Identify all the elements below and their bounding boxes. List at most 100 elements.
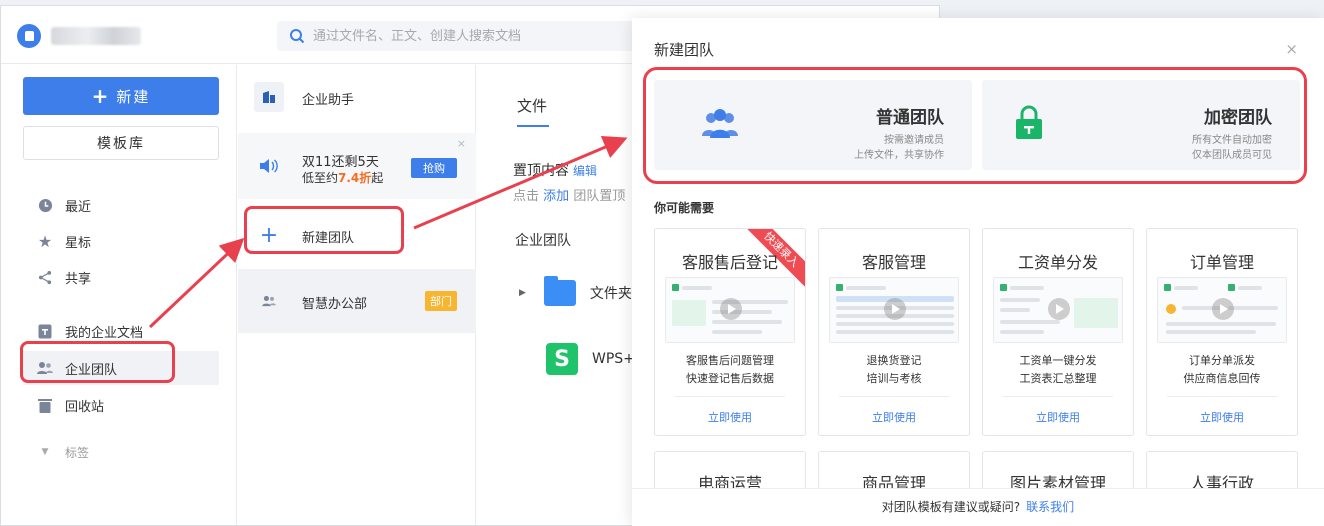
- search-input[interactable]: [313, 27, 613, 45]
- secure-team-title: 加密团队: [1204, 108, 1272, 128]
- search-icon: [290, 29, 305, 44]
- caret-down-icon: ▼: [41, 447, 49, 457]
- expand-arrow-icon[interactable]: ▶: [519, 288, 526, 298]
- secure-team-desc-2: 仅本团队成员可见: [1192, 150, 1272, 161]
- sidebar-item-label: 最近: [65, 199, 92, 215]
- template-desc-2: 快速登记售后数据: [686, 372, 774, 385]
- pinned-edit-link[interactable]: 编辑: [573, 164, 597, 178]
- lock-icon: [1016, 105, 1042, 139]
- sidebar-item-my-enterprise-docs[interactable]: 我的企业文档: [23, 314, 219, 348]
- folder-name: 文件夹(: [589, 286, 638, 302]
- promo-line-2: 低至约7.4折起: [302, 171, 384, 185]
- sidebar-item-starred[interactable]: ★ 星标: [23, 224, 219, 258]
- enterprise-assistant-item[interactable]: 企业助手: [238, 65, 476, 129]
- play-icon: [720, 298, 742, 320]
- clock-icon: [37, 197, 53, 213]
- dept-badge: 部门: [425, 291, 457, 311]
- promo-line-1: 双11还剩5天: [302, 155, 379, 170]
- promo-discount: 7.4折: [338, 171, 372, 185]
- add-pinned-link[interactable]: 添加: [543, 189, 569, 204]
- template-desc-2: 工资表汇总整理: [1019, 372, 1097, 385]
- template-name: 客服管理: [861, 253, 926, 272]
- wps-name: WPS+: [592, 351, 635, 367]
- sidebar-tags-toggle[interactable]: ▼ 标签: [23, 435, 219, 469]
- new-team-item[interactable]: + 新建团队: [238, 205, 476, 265]
- pinned-hint: 点击 添加 团队置顶: [513, 189, 626, 204]
- use-now-link[interactable]: 立即使用: [655, 409, 805, 425]
- template-name: 订单管理: [1189, 253, 1254, 272]
- template-desc-1: 客服售后问题管理: [686, 354, 774, 367]
- plus-icon: +: [91, 84, 111, 108]
- app-logo-icon[interactable]: [17, 24, 41, 48]
- blurred-username: [51, 27, 141, 45]
- template-name: 客服售后登记: [681, 253, 778, 272]
- sidebar-item-recent[interactable]: 最近: [23, 188, 219, 222]
- play-icon: [1048, 298, 1070, 320]
- sidebar-item-shared[interactable]: 共享: [23, 260, 219, 294]
- assistant-icon: [254, 82, 284, 112]
- template-card[interactable]: 订单管理 订单分单派发 供应商信息回传 立即使用: [1146, 228, 1298, 436]
- sidebar-item-recycle-bin[interactable]: 回收站: [23, 388, 219, 422]
- template-desc-1: 订单分单派发: [1189, 354, 1255, 367]
- new-team-label: 新建团队: [302, 231, 355, 246]
- template-library-button[interactable]: 模板库: [23, 126, 219, 160]
- sidebar: + 新建 模板库 最近 ★ 星标 共享 我的企业文档 企业团队 回收站 ▼ 标签: [1, 65, 237, 525]
- new-button[interactable]: + 新建: [23, 77, 219, 115]
- close-icon[interactable]: ×: [1285, 40, 1298, 58]
- team-members-icon: [702, 109, 738, 138]
- dept-team-item[interactable]: 智慧办公部 部门: [238, 269, 476, 333]
- you-may-need-label: 你可能需要: [654, 201, 715, 215]
- tags-label: 标签: [65, 445, 90, 460]
- trash-icon: [37, 397, 53, 413]
- normal-team-title: 普通团队: [876, 108, 944, 128]
- play-icon: [1212, 298, 1234, 320]
- template-desc-2: 培训与考核: [866, 372, 922, 385]
- active-tab-indicator: [517, 125, 549, 127]
- document-icon: [37, 323, 53, 339]
- play-icon: [884, 298, 906, 320]
- sidebar-item-label: 我的企业文档: [65, 325, 144, 341]
- buy-now-button[interactable]: 抢购: [411, 158, 457, 178]
- promo-banner[interactable]: 双11还剩5天 低至约7.4折起 抢购 ×: [238, 133, 476, 199]
- sidebar-item-label: 回收站: [65, 399, 105, 415]
- search-bar[interactable]: [277, 21, 637, 51]
- normal-team-desc-2: 上传文件，共享协作: [854, 150, 944, 161]
- team-icon: [37, 360, 53, 376]
- dialog-title: 新建团队: [654, 41, 715, 59]
- enterprise-team-heading: 企业团队: [515, 233, 571, 249]
- close-icon[interactable]: ×: [457, 137, 466, 150]
- tab-files[interactable]: 文件: [517, 95, 547, 116]
- star-icon: ★: [37, 231, 53, 251]
- use-now-link[interactable]: 立即使用: [819, 409, 969, 425]
- template-preview-thumbnail: [829, 277, 959, 343]
- template-card[interactable]: 快速录入 客服售后登记 客服售后问题管理 快速登记售后数据 立即使用: [654, 228, 806, 436]
- use-now-link[interactable]: 立即使用: [1147, 409, 1297, 425]
- template-name: 工资单分发: [1017, 253, 1098, 272]
- wps-row[interactable]: S WPS+: [519, 343, 635, 375]
- sidebar-item-label: 共享: [65, 271, 92, 287]
- dept-team-label: 智慧办公部: [302, 297, 368, 312]
- template-desc-1: 退换货登记: [866, 354, 922, 367]
- sidebar-item-label: 企业团队: [65, 362, 118, 378]
- template-card[interactable]: 客服管理 退换货登记 培训与考核 立即使用: [818, 228, 970, 436]
- team-list-column: 企业助手 双11还剩5天 低至约7.4折起 抢购 × + 新建团队 智慧办公部 …: [238, 65, 476, 525]
- secure-team-card[interactable]: 加密团队 所有文件自动加密 仅本团队成员可见: [982, 80, 1300, 170]
- folder-icon: [543, 276, 576, 306]
- share-icon: [37, 269, 53, 285]
- team-icon: [254, 286, 284, 316]
- new-button-label: 新建: [116, 87, 151, 106]
- template-desc-2: 供应商信息回传: [1183, 372, 1261, 385]
- contact-us-link[interactable]: 联系我们: [1026, 500, 1074, 514]
- pinned-content-header: 置顶内容 编辑: [513, 163, 598, 179]
- template-preview-thumbnail: [1157, 277, 1287, 343]
- use-now-link[interactable]: 立即使用: [983, 409, 1133, 425]
- wps-app-icon: S: [546, 343, 578, 375]
- sidebar-item-label: 星标: [65, 235, 92, 251]
- normal-team-card[interactable]: 普通团队 按需邀请成员 上传文件，共享协作: [654, 80, 972, 170]
- template-preview-thumbnail: [665, 277, 795, 343]
- folder-row[interactable]: ▶ 文件夹(: [519, 276, 638, 306]
- template-card[interactable]: 工资单分发 工资单一键分发 工资表汇总整理 立即使用: [982, 228, 1134, 436]
- plus-icon: +: [259, 222, 279, 248]
- template-desc-1: 工资单一键分发: [1019, 354, 1097, 367]
- sidebar-item-enterprise-team[interactable]: 企业团队: [23, 351, 219, 385]
